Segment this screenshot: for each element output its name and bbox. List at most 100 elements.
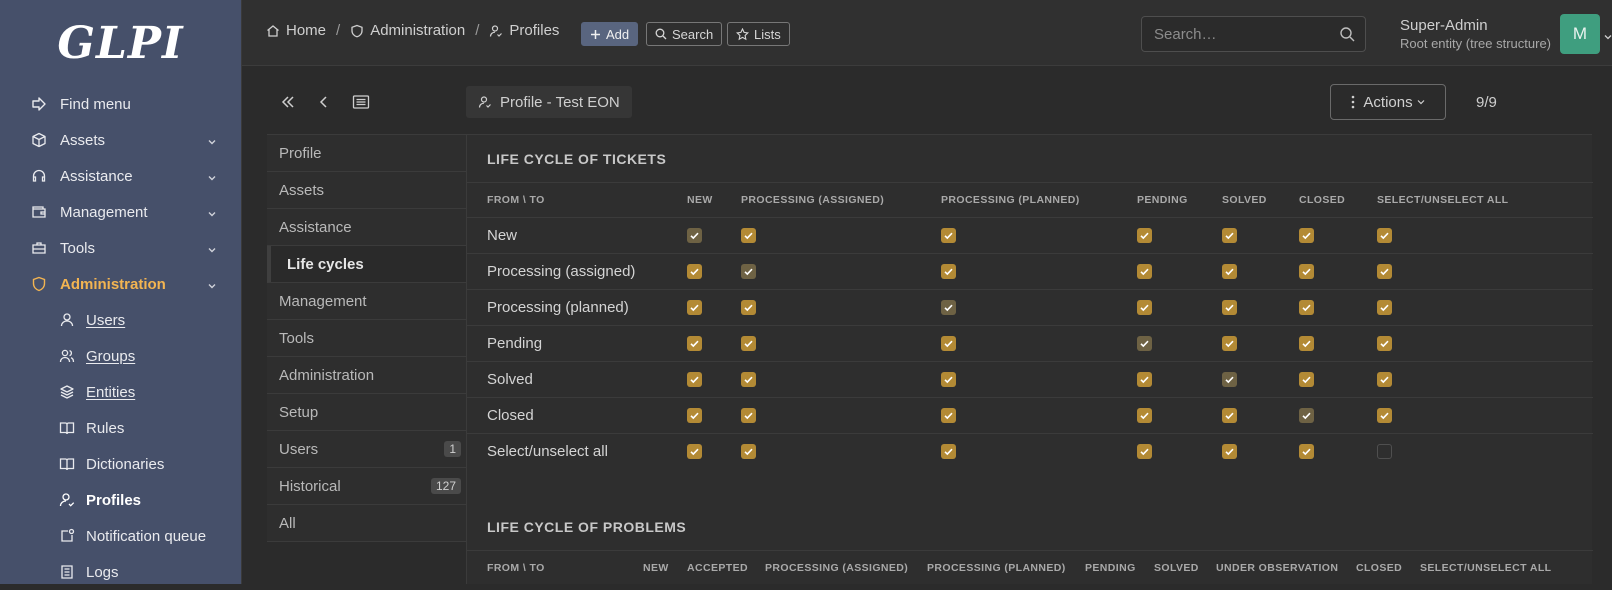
- checkbox-cell: [941, 432, 1137, 469]
- checkbox[interactable]: [1299, 228, 1314, 244]
- glpi-logo[interactable]: GLPI: [0, 0, 241, 86]
- tab-all[interactable]: All: [267, 505, 467, 542]
- tab-life-cycles[interactable]: Life cycles: [267, 246, 467, 283]
- search-input[interactable]: [1142, 17, 1365, 51]
- sidebar-item-assistance[interactable]: Assistance: [0, 158, 241, 194]
- checkbox[interactable]: [1377, 228, 1392, 244]
- checkbox[interactable]: [1299, 444, 1314, 460]
- checkbox[interactable]: [1299, 336, 1314, 352]
- checkbox[interactable]: [1377, 264, 1392, 280]
- checkbox[interactable]: [941, 264, 956, 280]
- checkbox[interactable]: [1377, 444, 1392, 460]
- sidebar-item-assets[interactable]: Assets: [0, 122, 241, 158]
- row-label: Solved: [467, 360, 687, 397]
- sidebar-subitem-profiles[interactable]: Profiles: [0, 482, 241, 518]
- column-header: ACCEPTED: [687, 562, 748, 574]
- sidebar-subitem-entities[interactable]: Entities: [0, 374, 241, 410]
- user-menu[interactable]: Super-Admin Root entity (tree structure): [1400, 17, 1551, 51]
- tab-administration[interactable]: Administration: [267, 357, 467, 394]
- checkbox[interactable]: [1222, 408, 1237, 424]
- breadcrumb-home[interactable]: Home: [266, 22, 326, 39]
- checkbox[interactable]: [741, 372, 756, 388]
- checkbox[interactable]: [1377, 336, 1392, 352]
- checkbox[interactable]: [1222, 300, 1237, 316]
- tab-setup[interactable]: Setup: [267, 394, 467, 431]
- sidebar-subitem-rules[interactable]: Rules: [0, 410, 241, 446]
- checkbox[interactable]: [1299, 264, 1314, 280]
- checkbox[interactable]: [687, 372, 702, 388]
- checkbox[interactable]: [741, 444, 756, 460]
- checkbox-cell: [1299, 360, 1377, 397]
- sidebar-item-administration[interactable]: Administration: [0, 266, 241, 302]
- lists-button[interactable]: Lists: [727, 22, 790, 46]
- add-button[interactable]: Add: [581, 22, 639, 46]
- checkbox[interactable]: [687, 408, 702, 424]
- tab-users[interactable]: Users 1: [267, 431, 467, 468]
- breadcrumb-administration[interactable]: Administration: [350, 22, 465, 39]
- checkbox-cell: [1222, 216, 1299, 253]
- tab-assistance[interactable]: Assistance: [267, 209, 467, 246]
- checkbox[interactable]: [687, 264, 702, 280]
- sidebar-subitem-notification-queue[interactable]: Notification queue: [0, 518, 241, 554]
- list-view-icon[interactable]: [352, 94, 370, 115]
- checkbox[interactable]: [1137, 444, 1152, 460]
- checkbox-disabled: [687, 228, 702, 244]
- actions-label: Actions: [1363, 93, 1413, 111]
- sidebar-subitem-dictionaries[interactable]: Dictionaries: [0, 446, 241, 482]
- column-header[interactable]: SELECT/UNSELECT ALL: [1420, 551, 1593, 585]
- checkbox[interactable]: [1137, 228, 1152, 244]
- checkbox[interactable]: [1299, 300, 1314, 316]
- checkbox[interactable]: [1137, 264, 1152, 280]
- checkbox[interactable]: [741, 408, 756, 424]
- column-header[interactable]: SELECT/UNSELECT ALL: [1377, 183, 1593, 217]
- checkbox[interactable]: [1377, 408, 1392, 424]
- column-header: UNDER OBSERVATION: [1216, 562, 1339, 574]
- chevron-down-icon: [207, 134, 217, 151]
- sidebar-item-find-menu[interactable]: Find menu: [0, 86, 241, 122]
- sidebar-subitem-groups[interactable]: Groups: [0, 338, 241, 374]
- tab-management[interactable]: Management: [267, 283, 467, 320]
- column-header: NEW: [687, 193, 713, 206]
- checkbox[interactable]: [1137, 372, 1152, 388]
- sidebar-subitem-users[interactable]: Users: [0, 302, 241, 338]
- tab-profile[interactable]: Profile: [267, 135, 467, 172]
- checkbox[interactable]: [1222, 264, 1237, 280]
- checkbox[interactable]: [941, 372, 956, 388]
- checkbox[interactable]: [941, 444, 956, 460]
- actions-button[interactable]: Actions: [1330, 84, 1446, 120]
- chevron-down-icon[interactable]: [1604, 28, 1612, 46]
- checkbox[interactable]: [941, 336, 956, 352]
- checkbox[interactable]: [687, 300, 702, 316]
- chevron-left-icon[interactable]: [316, 94, 332, 115]
- checkbox[interactable]: [1299, 372, 1314, 388]
- avatar[interactable]: M: [1560, 14, 1600, 54]
- checkbox[interactable]: [741, 228, 756, 244]
- checkbox[interactable]: [741, 336, 756, 352]
- search-button[interactable]: Search: [646, 22, 723, 46]
- checkbox[interactable]: [687, 444, 702, 460]
- checkbox[interactable]: [1222, 228, 1237, 244]
- checkbox[interactable]: [941, 408, 956, 424]
- sidebar-item-tools[interactable]: Tools: [0, 230, 241, 266]
- checkbox[interactable]: [1377, 372, 1392, 388]
- tab-historical[interactable]: Historical 127: [267, 468, 467, 505]
- double-chevron-left-icon[interactable]: [280, 94, 296, 115]
- sidebar-subitem-logs[interactable]: Logs: [0, 554, 241, 590]
- checkbox[interactable]: [1377, 300, 1392, 316]
- checkbox[interactable]: [1222, 444, 1237, 460]
- tab-label: All: [279, 514, 296, 532]
- checkbox[interactable]: [1137, 300, 1152, 316]
- find-menu-icon: [30, 95, 48, 113]
- tab-assets[interactable]: Assets: [267, 172, 467, 209]
- checkbox[interactable]: [1222, 336, 1237, 352]
- sidebar-item-management[interactable]: Management: [0, 194, 241, 230]
- row-label: Pending: [467, 324, 687, 361]
- checkbox[interactable]: [1137, 408, 1152, 424]
- checkbox-cell: [1222, 324, 1299, 361]
- checkbox[interactable]: [687, 336, 702, 352]
- checkbox[interactable]: [741, 300, 756, 316]
- tab-tools[interactable]: Tools: [267, 320, 467, 357]
- checkbox[interactable]: [941, 228, 956, 244]
- search-icon[interactable]: [1339, 26, 1355, 47]
- breadcrumb-profiles[interactable]: Profiles: [489, 22, 559, 39]
